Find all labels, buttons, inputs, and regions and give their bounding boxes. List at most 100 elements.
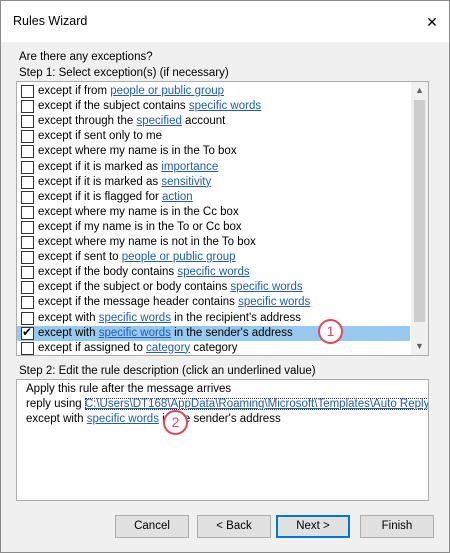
exception-row[interactable]: except through the specified account xyxy=(17,114,410,129)
exceptions-list[interactable]: except if assigned to category categorye… xyxy=(16,81,429,356)
back-button[interactable]: < Back xyxy=(197,515,271,538)
scroll-thumb[interactable] xyxy=(414,100,425,322)
exception-row[interactable]: except if it is marked as sensitivity xyxy=(17,175,410,190)
finish-button[interactable]: Finish xyxy=(360,515,434,538)
exception-checkbox[interactable] xyxy=(21,160,34,174)
exception-checkbox[interactable] xyxy=(21,311,34,325)
template-path-link[interactable]: C:\Users\DT168\AppData\Roaming\Microsoft… xyxy=(84,398,428,410)
exception-text-pre: except if it is marked as xyxy=(38,175,162,188)
exception-value-link[interactable]: category xyxy=(146,342,190,354)
exception-row[interactable]: except if my name is in the To or Cc box xyxy=(17,220,410,235)
scroll-up-icon[interactable]: ▲ xyxy=(411,82,428,99)
exception-text-pre: except if the subject contains xyxy=(38,100,189,113)
callout-badge-1: 1 xyxy=(318,319,343,344)
exception-row[interactable]: except where my name is not in the To bo… xyxy=(17,235,410,250)
exception-value-link[interactable]: specified xyxy=(136,115,181,127)
exception-text-pre: except if the body contains xyxy=(38,266,178,279)
exception-checkbox[interactable] xyxy=(21,115,34,129)
exception-row[interactable]: except if sent only to me xyxy=(17,129,410,144)
exception-text-pre: except if assigned to xyxy=(38,341,147,354)
exception-checkbox[interactable] xyxy=(21,220,34,234)
exception-text: except where my name is not in the To bo… xyxy=(38,235,256,250)
exception-checkbox[interactable] xyxy=(21,130,34,144)
step1-label: Step 1: Select exception(s) (if necessar… xyxy=(19,67,229,79)
exceptions-scrollbar[interactable]: ▲ ▼ xyxy=(411,82,428,355)
rules-wizard-window: Rules Wizard ✕ Are there any exceptions?… xyxy=(0,0,450,553)
exception-value-link[interactable]: specific words xyxy=(230,281,302,293)
scroll-down-icon[interactable]: ▼ xyxy=(411,338,428,355)
exception-checkbox[interactable] xyxy=(21,281,34,295)
exception-text: except if the message header contains sp… xyxy=(38,295,310,310)
exception-row[interactable]: except if the subject contains specific … xyxy=(17,99,410,114)
description-exception-text: except with xyxy=(26,413,87,425)
exception-text-pre: except if sent only to me xyxy=(38,130,163,143)
exception-row[interactable]: except if sent to people or public group xyxy=(17,250,410,265)
exception-checkbox[interactable] xyxy=(21,251,34,265)
exception-value-link[interactable]: specific words xyxy=(99,312,171,324)
cancel-button[interactable]: Cancel xyxy=(115,515,189,538)
description-line-exception: except with specific words in the sender… xyxy=(26,412,281,427)
exception-checkbox[interactable] xyxy=(21,341,34,355)
description-line-trigger: Apply this rule after the message arrive… xyxy=(26,383,232,395)
callout-badge-2: 2 xyxy=(163,410,188,435)
exception-checkbox[interactable] xyxy=(21,325,34,340)
exception-row[interactable]: except if from people or public group xyxy=(17,84,410,99)
exception-text-post: account xyxy=(181,115,226,128)
close-icon[interactable]: ✕ xyxy=(421,11,443,33)
rule-description-box[interactable]: Apply this rule after the message arrive… xyxy=(16,379,429,501)
description-action-text: reply using xyxy=(26,398,85,410)
exception-text: except where my name is in the Cc box xyxy=(38,205,239,220)
exception-text-pre: except if sent to xyxy=(38,251,122,264)
title-bar: Rules Wizard ✕ xyxy=(1,1,449,42)
exception-value-link[interactable]: people or public group xyxy=(110,85,224,97)
exception-checkbox[interactable] xyxy=(21,296,34,310)
exceptions-question: Are there any exceptions? xyxy=(19,51,153,63)
exception-checkbox[interactable] xyxy=(21,190,34,204)
exception-text: except with specific words in the sender… xyxy=(38,326,293,341)
exception-text-pre: except if the message header contains xyxy=(38,296,239,309)
exception-row[interactable]: except if the message header contains sp… xyxy=(17,295,410,310)
exception-text-pre: except if it is flagged for xyxy=(38,190,163,203)
exception-text: except if it is marked as sensitivity xyxy=(38,175,211,190)
exception-checkbox[interactable] xyxy=(21,145,34,159)
exception-value-link[interactable]: specific words xyxy=(177,266,249,278)
exception-row[interactable]: except if the body contains specific wor… xyxy=(17,265,410,280)
exception-text: except if sent only to me xyxy=(38,129,162,144)
exception-text-post: category xyxy=(190,341,238,354)
exception-text-pre: except with xyxy=(38,311,99,324)
exception-row[interactable]: except if it is flagged for action xyxy=(17,190,410,205)
exception-row[interactable]: except if it is marked as importance xyxy=(17,160,410,175)
exception-text-pre: except where my name is not in the To bo… xyxy=(38,236,256,248)
exception-checkbox[interactable] xyxy=(21,266,34,280)
exception-text: except if it is flagged for action xyxy=(38,190,193,205)
exception-text-pre: except through the xyxy=(38,115,137,128)
exception-row[interactable]: except where my name is in the To box xyxy=(17,144,410,159)
exception-value-link[interactable]: sensitivity xyxy=(161,176,211,188)
exception-row[interactable]: except with specific words in the recipi… xyxy=(17,311,410,326)
exception-checkbox[interactable] xyxy=(21,205,34,219)
exception-text-pre: except if it is marked as xyxy=(38,160,162,173)
exception-text: except if from people or public group xyxy=(38,84,224,99)
exception-text: except if my name is in the To or Cc box xyxy=(38,220,242,235)
exception-checkbox[interactable] xyxy=(21,175,34,189)
exception-text-pre: except if from xyxy=(38,85,111,97)
description-line-action: reply using C:\Users\DT168\AppData\Roami… xyxy=(26,397,428,412)
exception-value-link[interactable]: specific words xyxy=(189,100,261,112)
exception-row[interactable]: except if assigned to category category xyxy=(17,341,410,355)
exception-row[interactable]: except with specific words in the sender… xyxy=(17,325,410,341)
exception-text: except if sent to people or public group xyxy=(38,250,236,265)
exception-value-link[interactable]: importance xyxy=(161,161,218,173)
exception-text: except where my name is in the To box xyxy=(38,144,237,159)
exception-value-link[interactable]: specific words xyxy=(238,296,310,308)
exception-value-link[interactable]: specific words xyxy=(99,327,171,339)
exception-row[interactable]: except where my name is in the Cc box xyxy=(17,205,410,220)
exception-text: except if assigned to category category xyxy=(38,341,238,355)
specific-words-link[interactable]: specific words xyxy=(87,413,159,425)
exception-row[interactable]: except if the subject or body contains s… xyxy=(17,280,410,295)
exception-checkbox[interactable] xyxy=(21,85,34,98)
exception-checkbox[interactable] xyxy=(21,236,34,249)
exception-value-link[interactable]: people or public group xyxy=(122,251,236,263)
next-button[interactable]: Next > xyxy=(276,515,350,538)
exception-value-link[interactable]: action xyxy=(162,191,193,203)
exception-checkbox[interactable] xyxy=(21,100,34,114)
